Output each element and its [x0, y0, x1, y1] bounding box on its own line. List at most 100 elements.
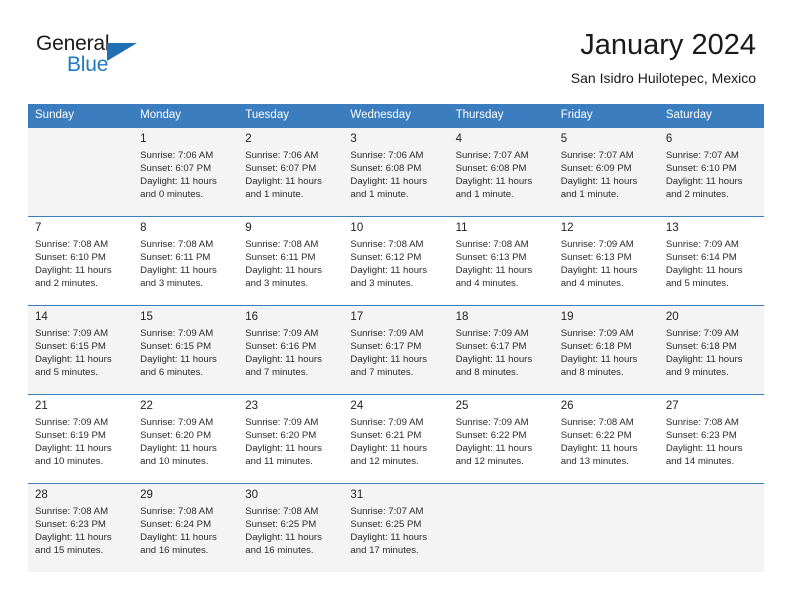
calendar-day-cell[interactable]: 13 Sunrise: 7:09 AM Sunset: 6:14 PM Dayligh… [658, 216, 764, 306]
sunset-text: Sunset: 6:13 PM [560, 252, 632, 264]
sunset-text: Sunset: 6:21 PM [350, 430, 422, 442]
sunrise-text: Sunrise: 7:08 AM [35, 506, 109, 517]
calendar-day-cell[interactable]: 24 Sunrise: 7:09 AM Sunset: 6:21 PM Dayligh… [343, 394, 449, 484]
sunset-text: Sunset: 6:07 PM [140, 163, 212, 175]
sunset-text: Sunset: 6:17 PM [350, 341, 422, 353]
daylight-text-line2: and 3 minutes. [140, 278, 204, 290]
sunrise-text: Sunrise: 7:09 AM [455, 417, 529, 428]
sunrise-text: Sunrise: 7:06 AM [350, 150, 424, 161]
sunrise-text: Sunrise: 7:09 AM [35, 328, 109, 339]
sunset-text: Sunset: 6:14 PM [665, 252, 737, 264]
calendar-day-cell[interactable]: 19 Sunrise: 7:09 AM Sunset: 6:18 PM Dayligh… [553, 305, 659, 395]
sunrise-text: Sunrise: 7:08 AM [245, 506, 319, 517]
day-number: 14 [35, 311, 48, 323]
calendar-cell-empty [28, 127, 134, 217]
sunset-text: Sunset: 6:15 PM [35, 341, 106, 353]
daylight-text-line1: Daylight: 11 hours [455, 176, 533, 188]
calendar-week-row: 21 Sunrise: 7:09 AM Sunset: 6:19 PM Dayligh… [28, 394, 764, 484]
calendar-day-cell[interactable]: 5 Sunrise: 7:07 AM Sunset: 6:09 PM Daylight… [553, 127, 659, 217]
sunrise-text: Sunrise: 7:09 AM [140, 328, 214, 339]
sunset-text: Sunset: 6:08 PM [350, 163, 422, 175]
day-sun-info: Sunrise: 7:09 AM Sunset: 6:20 PM Daylight:… [245, 416, 337, 468]
daylight-text-line1: Daylight: 11 hours [140, 176, 217, 188]
daylight-text-line1: Daylight: 11 hours [560, 443, 638, 455]
daylight-text-line2: and 2 minutes. [665, 189, 729, 201]
calendar-day-cell[interactable]: 7 Sunrise: 7:08 AM Sunset: 6:10 PM Daylight… [28, 216, 134, 306]
sunrise-text: Sunrise: 7:08 AM [35, 239, 109, 250]
brand-logo[interactable]: General Blue [36, 32, 156, 88]
day-number: 2 [245, 133, 252, 145]
calendar-grid: Sunday Monday Tuesday Wednesday Thursday… [28, 104, 764, 572]
daylight-text-line1: Daylight: 11 hours [140, 354, 217, 366]
day-sun-info: Sunrise: 7:09 AM Sunset: 6:18 PM Daylight:… [666, 327, 758, 379]
day-sun-info: Sunrise: 7:09 AM Sunset: 6:19 PM Daylight:… [35, 416, 127, 468]
calendar-week-row: 7 Sunrise: 7:08 AM Sunset: 6:10 PM Daylight… [28, 216, 764, 306]
day-cell-content: 24 Sunrise: 7:09 AM Sunset: 6:21 PM Dayligh… [343, 395, 448, 483]
weekday-header-wednesday: Wednesday [343, 104, 449, 128]
sunrise-text: Sunrise: 7:09 AM [455, 328, 529, 339]
calendar-day-cell[interactable]: 1 Sunrise: 7:06 AM Sunset: 6:07 PM Daylight… [133, 127, 239, 217]
daylight-text-line1: Daylight: 11 hours [560, 265, 638, 277]
calendar-day-cell[interactable]: 20 Sunrise: 7:09 AM Sunset: 6:18 PM Dayligh… [658, 305, 764, 395]
calendar-cell-empty [448, 483, 554, 572]
daylight-text-line1: Daylight: 11 hours [560, 354, 638, 366]
day-sun-info: Sunrise: 7:08 AM Sunset: 6:10 PM Daylight:… [35, 238, 127, 290]
calendar-day-cell[interactable]: 14 Sunrise: 7:09 AM Sunset: 6:15 PM Dayligh… [28, 305, 134, 395]
calendar-day-cell[interactable]: 3 Sunrise: 7:06 AM Sunset: 6:08 PM Daylight… [343, 127, 449, 217]
calendar-day-cell[interactable]: 15 Sunrise: 7:09 AM Sunset: 6:15 PM Dayligh… [133, 305, 239, 395]
calendar-day-cell[interactable]: 2 Sunrise: 7:06 AM Sunset: 6:07 PM Daylight… [238, 127, 344, 217]
calendar-day-cell[interactable]: 25 Sunrise: 7:09 AM Sunset: 6:22 PM Dayligh… [448, 394, 554, 484]
sunset-text: Sunset: 6:25 PM [350, 519, 422, 531]
daylight-text-line1: Daylight: 11 hours [455, 443, 533, 455]
calendar-day-cell[interactable]: 11 Sunrise: 7:08 AM Sunset: 6:13 PM Dayligh… [448, 216, 554, 306]
sunrise-text: Sunrise: 7:07 AM [560, 150, 634, 161]
day-sun-info: Sunrise: 7:06 AM Sunset: 6:08 PM Daylight:… [350, 149, 442, 201]
sunset-text: Sunset: 6:16 PM [245, 341, 317, 353]
day-sun-info: Sunrise: 7:07 AM Sunset: 6:09 PM Daylight:… [561, 149, 653, 201]
calendar-day-cell[interactable]: 8 Sunrise: 7:08 AM Sunset: 6:11 PM Daylight… [133, 216, 239, 306]
day-sun-info: Sunrise: 7:08 AM Sunset: 6:12 PM Daylight:… [350, 238, 442, 290]
day-sun-info: Sunrise: 7:09 AM Sunset: 6:13 PM Daylight:… [561, 238, 653, 290]
sunrise-text: Sunrise: 7:09 AM [35, 417, 109, 428]
sunrise-text: Sunrise: 7:06 AM [245, 150, 319, 161]
sunrise-text: Sunrise: 7:09 AM [665, 328, 739, 339]
calendar-day-cell[interactable]: 9 Sunrise: 7:08 AM Sunset: 6:11 PM Daylight… [238, 216, 344, 306]
daylight-text-line1: Daylight: 11 hours [665, 176, 743, 188]
daylight-text-line1: Daylight: 11 hours [455, 265, 533, 277]
sunrise-text: Sunrise: 7:09 AM [560, 328, 634, 339]
title-block: January 2024 San Isidro Huilotepec, Mexi… [571, 28, 756, 88]
daylight-text-line2: and 5 minutes. [35, 367, 98, 379]
calendar-day-cell[interactable]: 4 Sunrise: 7:07 AM Sunset: 6:08 PM Daylight… [448, 127, 554, 217]
calendar-day-cell[interactable]: 28 Sunrise: 7:08 AM Sunset: 6:23 PM Dayligh… [28, 483, 134, 572]
daylight-text-line2: and 16 minutes. [140, 545, 209, 557]
calendar-day-cell[interactable]: 22 Sunrise: 7:09 AM Sunset: 6:20 PM Dayligh… [133, 394, 239, 484]
day-cell-content: 15 Sunrise: 7:09 AM Sunset: 6:15 PM Dayligh… [133, 306, 238, 394]
day-cell-content: 2 Sunrise: 7:06 AM Sunset: 6:07 PM Daylight… [238, 128, 343, 216]
weekday-header-friday: Friday [553, 104, 659, 128]
calendar-day-cell[interactable]: 17 Sunrise: 7:09 AM Sunset: 6:17 PM Dayligh… [343, 305, 449, 395]
calendar-day-cell[interactable]: 16 Sunrise: 7:09 AM Sunset: 6:16 PM Dayligh… [238, 305, 344, 395]
calendar-day-cell[interactable]: 27 Sunrise: 7:08 AM Sunset: 6:23 PM Dayligh… [658, 394, 764, 484]
daylight-text-line2: and 7 minutes. [245, 367, 309, 379]
calendar-day-cell[interactable]: 12 Sunrise: 7:09 AM Sunset: 6:13 PM Dayligh… [553, 216, 659, 306]
weekday-header-sunday: Sunday [28, 104, 134, 128]
calendar-day-cell[interactable]: 10 Sunrise: 7:08 AM Sunset: 6:12 PM Dayligh… [343, 216, 449, 306]
calendar-day-cell[interactable]: 31 Sunrise: 7:07 AM Sunset: 6:25 PM Dayligh… [343, 483, 449, 572]
calendar-day-cell[interactable]: 18 Sunrise: 7:09 AM Sunset: 6:17 PM Dayligh… [448, 305, 554, 395]
calendar-day-cell[interactable]: 26 Sunrise: 7:08 AM Sunset: 6:22 PM Dayligh… [553, 394, 659, 484]
calendar-day-cell[interactable]: 23 Sunrise: 7:09 AM Sunset: 6:20 PM Dayligh… [238, 394, 344, 484]
calendar-day-cell[interactable]: 29 Sunrise: 7:08 AM Sunset: 6:24 PM Dayligh… [133, 483, 239, 572]
day-cell-content: 30 Sunrise: 7:08 AM Sunset: 6:25 PM Dayligh… [238, 484, 343, 572]
daylight-text-line1: Daylight: 11 hours [140, 443, 217, 455]
calendar-day-cell[interactable]: 21 Sunrise: 7:09 AM Sunset: 6:19 PM Dayligh… [28, 394, 134, 484]
calendar-day-cell[interactable]: 30 Sunrise: 7:08 AM Sunset: 6:25 PM Dayligh… [238, 483, 344, 572]
daylight-text-line1: Daylight: 11 hours [35, 443, 112, 455]
day-sun-info: Sunrise: 7:09 AM Sunset: 6:16 PM Daylight:… [245, 327, 337, 379]
calendar-day-cell[interactable]: 6 Sunrise: 7:07 AM Sunset: 6:10 PM Daylight… [658, 127, 764, 217]
day-number: 21 [35, 400, 48, 412]
daylight-text-line1: Daylight: 11 hours [350, 265, 428, 277]
day-number: 29 [140, 489, 153, 501]
sunset-text: Sunset: 6:07 PM [245, 163, 317, 175]
day-number: 4 [455, 133, 462, 145]
sunset-text: Sunset: 6:20 PM [245, 430, 317, 442]
